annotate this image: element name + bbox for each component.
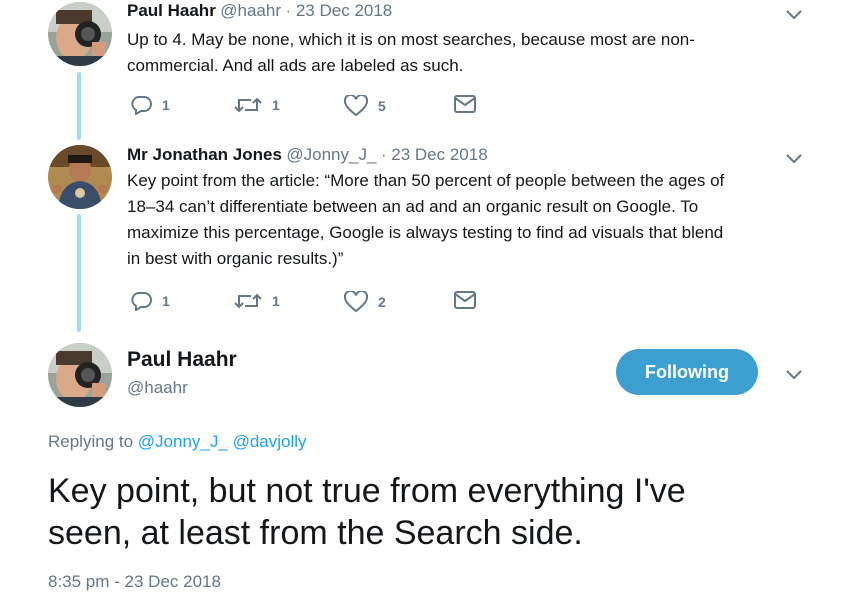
tweet-header: Mr Jonathan Jones @Jonny_J_ · 23 Dec 201… — [127, 145, 488, 165]
retweet-icon — [234, 97, 262, 113]
author-handle[interactable]: @haahr — [220, 1, 281, 20]
like-button[interactable]: 2 — [344, 291, 386, 313]
reply-count: 1 — [162, 97, 170, 113]
tweet-date[interactable]: · 23 Dec 2018 — [381, 145, 488, 164]
tweet-text-line: commercial. And all ads are labeled as s… — [127, 56, 464, 75]
author-handle[interactable]: @haahr — [127, 378, 188, 398]
like-button[interactable]: 5 — [344, 95, 386, 117]
reply-count: 1 — [162, 293, 170, 309]
like-icon — [344, 291, 368, 313]
thread-line-1 — [77, 72, 81, 140]
main-tweet-text-line: Key point, but not true from everything … — [48, 472, 686, 510]
like-count: 5 — [378, 98, 386, 114]
mention-link[interactable]: @Jonny_J_ — [138, 432, 228, 451]
reply-icon — [131, 96, 152, 115]
tweet-date[interactable]: · 23 Dec 2018 — [285, 1, 392, 20]
thread-line-2 — [77, 214, 81, 332]
tweet-text-line: Up to 4. May be none, which it is on mos… — [127, 30, 695, 49]
avatar[interactable] — [48, 145, 112, 209]
tweet-text-line: in best with organic results.)” — [127, 249, 344, 268]
retweet-count: 1 — [272, 97, 280, 113]
replying-to: Replying to @Jonny_J_ @davjolly — [48, 432, 307, 452]
retweet-button[interactable]: 1 — [234, 291, 280, 311]
direct-message-icon — [454, 95, 476, 113]
chevron-down-icon[interactable] — [785, 8, 803, 26]
author-handle[interactable]: @Jonny_J_ — [286, 145, 376, 164]
avatar[interactable] — [48, 343, 112, 407]
main-tweet-text: Key point, but not true from everything … — [48, 470, 828, 554]
tweet-header: Paul Haahr @haahr · 23 Dec 2018 — [127, 1, 392, 21]
replying-prefix: Replying to — [48, 432, 134, 451]
mention-link[interactable]: @davjolly — [233, 432, 307, 451]
following-button[interactable]: Following — [616, 349, 758, 395]
tweet-text: Key point from the article: “More than 5… — [127, 168, 817, 272]
main-tweet-text-line: seen, at least from the Search side. — [48, 514, 583, 552]
reply-icon — [131, 292, 152, 311]
tweet-text-line: Key point from the article: “More than 5… — [127, 171, 725, 190]
retweet-button[interactable]: 1 — [234, 95, 280, 115]
direct-message-icon — [454, 291, 476, 309]
author-name[interactable]: Paul Haahr — [127, 1, 216, 20]
retweet-count: 1 — [272, 293, 280, 309]
chevron-down-icon[interactable] — [785, 368, 803, 386]
tweet-timestamp[interactable]: 8:35 pm - 23 Dec 2018 — [48, 572, 221, 592]
tweet-text-line: maximize this percentage, Google is alwa… — [127, 223, 724, 242]
like-count: 2 — [378, 294, 386, 310]
reply-button[interactable]: 1 — [130, 291, 170, 311]
direct-message-button[interactable] — [454, 95, 476, 113]
tweet-text: Up to 4. May be none, which it is on mos… — [127, 27, 817, 79]
author-name[interactable]: Paul Haahr — [127, 348, 237, 372]
like-icon — [344, 95, 368, 117]
avatar[interactable] — [48, 2, 112, 66]
reply-button[interactable]: 1 — [130, 95, 170, 115]
tweet-text-line: 18–34 can’t differentiate between an ad … — [127, 197, 699, 216]
direct-message-button[interactable] — [454, 291, 476, 309]
retweet-icon — [234, 293, 262, 309]
author-name[interactable]: Mr Jonathan Jones — [127, 145, 282, 164]
